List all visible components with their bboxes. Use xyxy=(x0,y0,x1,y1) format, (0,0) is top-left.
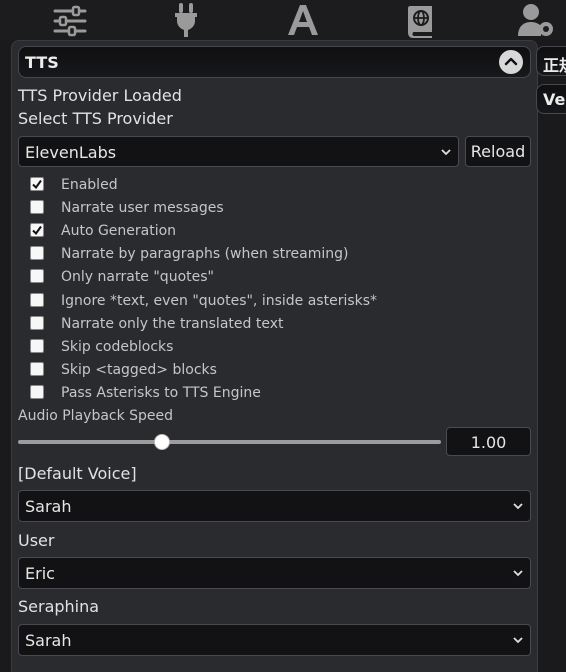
option-row[interactable]: Narrate by paragraphs (when streaming) xyxy=(30,245,510,263)
playback-speed-input[interactable]: 1.00 xyxy=(446,427,531,456)
checkbox[interactable] xyxy=(30,269,44,283)
checkbox[interactable] xyxy=(30,177,44,191)
checkbox[interactable] xyxy=(30,316,44,330)
option-label: Only narrate "quotes" xyxy=(61,269,214,285)
voice-label-user: User xyxy=(18,531,55,550)
option-row[interactable]: Narrate only the translated text xyxy=(30,315,510,333)
book-icon[interactable] xyxy=(403,2,439,38)
voice-select-user[interactable]: Eric xyxy=(18,557,531,589)
checkmark-icon xyxy=(32,225,42,236)
collapse-button[interactable] xyxy=(499,50,523,74)
checkbox[interactable] xyxy=(30,223,44,237)
voice-label-default: [Default Voice] xyxy=(18,464,137,483)
voice-select-default[interactable]: Sarah xyxy=(18,490,531,522)
option-row[interactable]: Skip <tagged> blocks xyxy=(30,361,510,379)
section-title: TTS xyxy=(25,53,59,72)
select-provider-label: Select TTS Provider xyxy=(18,109,173,128)
option-row[interactable]: Ignore *text, even "quotes", inside aste… xyxy=(30,292,510,310)
checkbox[interactable] xyxy=(30,385,44,399)
chevron-down-icon xyxy=(512,500,524,512)
option-label: Narrate only the translated text xyxy=(61,316,284,332)
checkbox[interactable] xyxy=(30,246,44,260)
checkbox[interactable] xyxy=(30,339,44,353)
playback-speed-slider[interactable] xyxy=(18,440,441,444)
option-label: Ignore *text, even "quotes", inside aste… xyxy=(61,293,378,309)
option-row[interactable]: Auto Generation xyxy=(30,222,510,240)
tts-section-header[interactable]: TTS xyxy=(18,46,531,78)
checkbox[interactable] xyxy=(30,293,44,307)
slider-thumb[interactable] xyxy=(154,434,170,450)
font-icon[interactable] xyxy=(285,2,321,38)
option-label: Pass Asterisks to TTS Engine xyxy=(61,385,261,401)
chevron-down-icon xyxy=(512,634,524,646)
option-row[interactable]: Enabled xyxy=(30,176,510,194)
user-gear-icon[interactable] xyxy=(518,2,554,38)
checkbox[interactable] xyxy=(30,362,44,376)
option-label: Skip codeblocks xyxy=(61,339,174,355)
provider-select-value: ElevenLabs xyxy=(25,143,117,162)
provider-select[interactable]: ElevenLabs xyxy=(18,136,459,167)
option-label: Skip <tagged> blocks xyxy=(61,362,217,378)
peek-tab-regex[interactable]: 正規 xyxy=(536,46,566,76)
voice-select-value: Sarah xyxy=(25,631,72,650)
plug-icon[interactable] xyxy=(168,2,204,38)
chevron-down-icon xyxy=(440,146,452,158)
option-label: Narrate by paragraphs (when streaming) xyxy=(61,246,349,262)
option-label: Enabled xyxy=(61,177,118,193)
option-label: Narrate user messages xyxy=(61,200,224,216)
option-row[interactable]: Pass Asterisks to TTS Engine xyxy=(30,384,510,402)
sliders-icon[interactable] xyxy=(52,2,88,38)
top-toolbar xyxy=(0,0,566,40)
checkmark-icon xyxy=(32,179,42,190)
chevron-down-icon xyxy=(512,567,524,579)
reload-button[interactable]: Reload xyxy=(465,136,531,167)
option-label: Auto Generation xyxy=(61,223,177,239)
option-row[interactable]: Skip codeblocks xyxy=(30,338,510,356)
option-row[interactable]: Only narrate "quotes" xyxy=(30,268,510,286)
peek-tab-vector[interactable]: Vec xyxy=(536,84,566,114)
playback-speed-label: Audio Playback Speed xyxy=(18,408,174,424)
voice-select-seraphina[interactable]: Sarah xyxy=(18,624,531,656)
checkbox[interactable] xyxy=(30,200,44,214)
voice-label-seraphina: Seraphina xyxy=(18,597,100,616)
option-row[interactable]: Narrate user messages xyxy=(30,199,510,217)
voice-select-value: Eric xyxy=(25,564,55,583)
voice-select-value: Sarah xyxy=(25,497,72,516)
chevron-up-icon xyxy=(504,57,518,66)
provider-status-text: TTS Provider Loaded xyxy=(18,86,182,105)
